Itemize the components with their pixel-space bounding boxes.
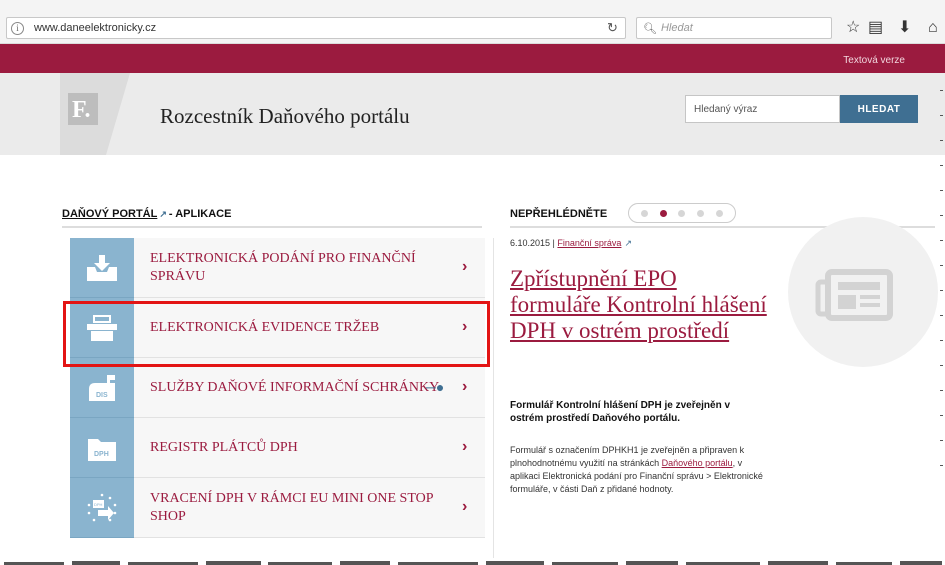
carousel-dot[interactable] (678, 209, 686, 217)
url-text: www.daneelektronicky.cz (34, 22, 157, 34)
chevron-right-icon: › (462, 258, 468, 275)
home-icon[interactable]: ⌂ (928, 18, 938, 38)
eu-refund-icon: DPH (70, 478, 134, 538)
search-icon: 🔍︎ (643, 22, 657, 35)
app-item-label: SLUŽBY DAŇOVÉ INFORMAČNÍ SCHRÁNKY (150, 380, 440, 395)
browser-toolbar: i www.daneelektronicky.cz ↻ 🔍︎ Hledat ☆ … (0, 0, 945, 44)
news-body-link[interactable]: Daňového portálu (662, 458, 733, 468)
external-link-icon: ↗ (159, 209, 167, 219)
cropped-edge-text (940, 90, 945, 530)
app-list: ELEKTRONICKÁ PODÁNÍ PRO FINANČNÍ SPRÁVU … (70, 238, 485, 538)
carousel-pager (628, 203, 736, 223)
browser-search-input[interactable]: 🔍︎ Hledat (636, 17, 832, 39)
address-bar[interactable]: i www.daneelektronicky.cz (6, 17, 626, 39)
breadcrumb-current: - APLIKACE (168, 208, 232, 220)
app-item-label: REGISTR PLÁTCŮ DPH (150, 440, 298, 455)
news-heading: NEPŘEHLÉDNĚTE (510, 208, 608, 220)
browser-search-placeholder: Hledat (660, 22, 693, 34)
bookmark-star-icon[interactable]: ☆ (846, 18, 860, 38)
app-item-label: VRACENÍ DPH V RÁMCI EU MINI ONE STOP SHO… (150, 491, 434, 524)
carousel-dot[interactable] (640, 209, 648, 217)
key-icon: ─● (426, 379, 445, 395)
breadcrumb-portal-link[interactable]: DAŇOVÝ PORTÁL (62, 208, 157, 220)
newspaper-icon (788, 217, 938, 367)
app-item-epo[interactable]: ELEKTRONICKÁ PODÁNÍ PRO FINANČNÍ SPRÁVU … (70, 238, 485, 298)
carousel-dot[interactable] (716, 209, 724, 217)
cropped-bottom-text (0, 556, 945, 565)
news-date: 6.10.2015 | (510, 238, 555, 248)
apps-breadcrumb: DAŇOVÝ PORTÁL ↗ - APLIKACE (62, 208, 231, 220)
search-button[interactable]: HLEDAT (840, 95, 918, 123)
reading-list-icon[interactable]: ▤ (868, 18, 883, 38)
carousel-dot[interactable] (697, 209, 705, 217)
news-source-link[interactable]: Finanční správa (557, 238, 621, 248)
dis-mailbox-icon: DIS (70, 358, 134, 418)
download-icon[interactable]: ⬇︎ (898, 18, 911, 38)
chevron-right-icon: › (462, 438, 468, 455)
app-item-dph-registry[interactable]: DPH REGISTR PLÁTCŮ DPH › (70, 418, 485, 478)
divider (62, 226, 482, 228)
svg-text:DIS: DIS (96, 392, 108, 399)
news-title-link[interactable]: Zpřístupnění EPO formuláře Kontrolní hlá… (510, 266, 770, 344)
site-search-input[interactable]: Hledaný výraz (685, 95, 840, 123)
news-body: Formulář s označením DPHKH1 je zveřejněn… (510, 444, 765, 496)
app-item-dis[interactable]: DIS SLUŽBY DAŇOVÉ INFORMAČNÍ SCHRÁNKY ─●… (70, 358, 485, 418)
logo-letter: F. (72, 97, 91, 123)
info-icon[interactable]: i (11, 21, 24, 35)
svg-text:DPH: DPH (94, 502, 103, 507)
external-link-icon: ↗ (624, 238, 632, 248)
app-item-moss[interactable]: DPH VRACENÍ DPH V RÁMCI EU MINI ONE STOP… (70, 478, 485, 538)
text-version-link[interactable]: Textová verze (843, 55, 905, 66)
news-meta: 6.10.2015 | Finanční správa ↗ (510, 238, 632, 249)
chevron-right-icon: › (462, 378, 468, 395)
chevron-right-icon: › (462, 498, 468, 515)
column-divider (493, 238, 494, 558)
reload-icon[interactable]: ↻ (607, 20, 618, 36)
dph-folder-icon: DPH (70, 418, 134, 478)
inbox-download-icon (70, 238, 134, 298)
news-lead: Formulář Kontrolní hlášení DPH je zveřej… (510, 400, 731, 424)
svg-text:DPH: DPH (94, 451, 109, 458)
top-bar: Textová verze (0, 44, 945, 73)
highlight-annotation (63, 301, 490, 367)
app-item-label: ELEKTRONICKÁ PODÁNÍ PRO FINANČNÍ SPRÁVU (150, 251, 416, 284)
page-title: Rozcestník Daňového portálu (160, 104, 410, 128)
carousel-dot-active[interactable] (659, 209, 667, 217)
